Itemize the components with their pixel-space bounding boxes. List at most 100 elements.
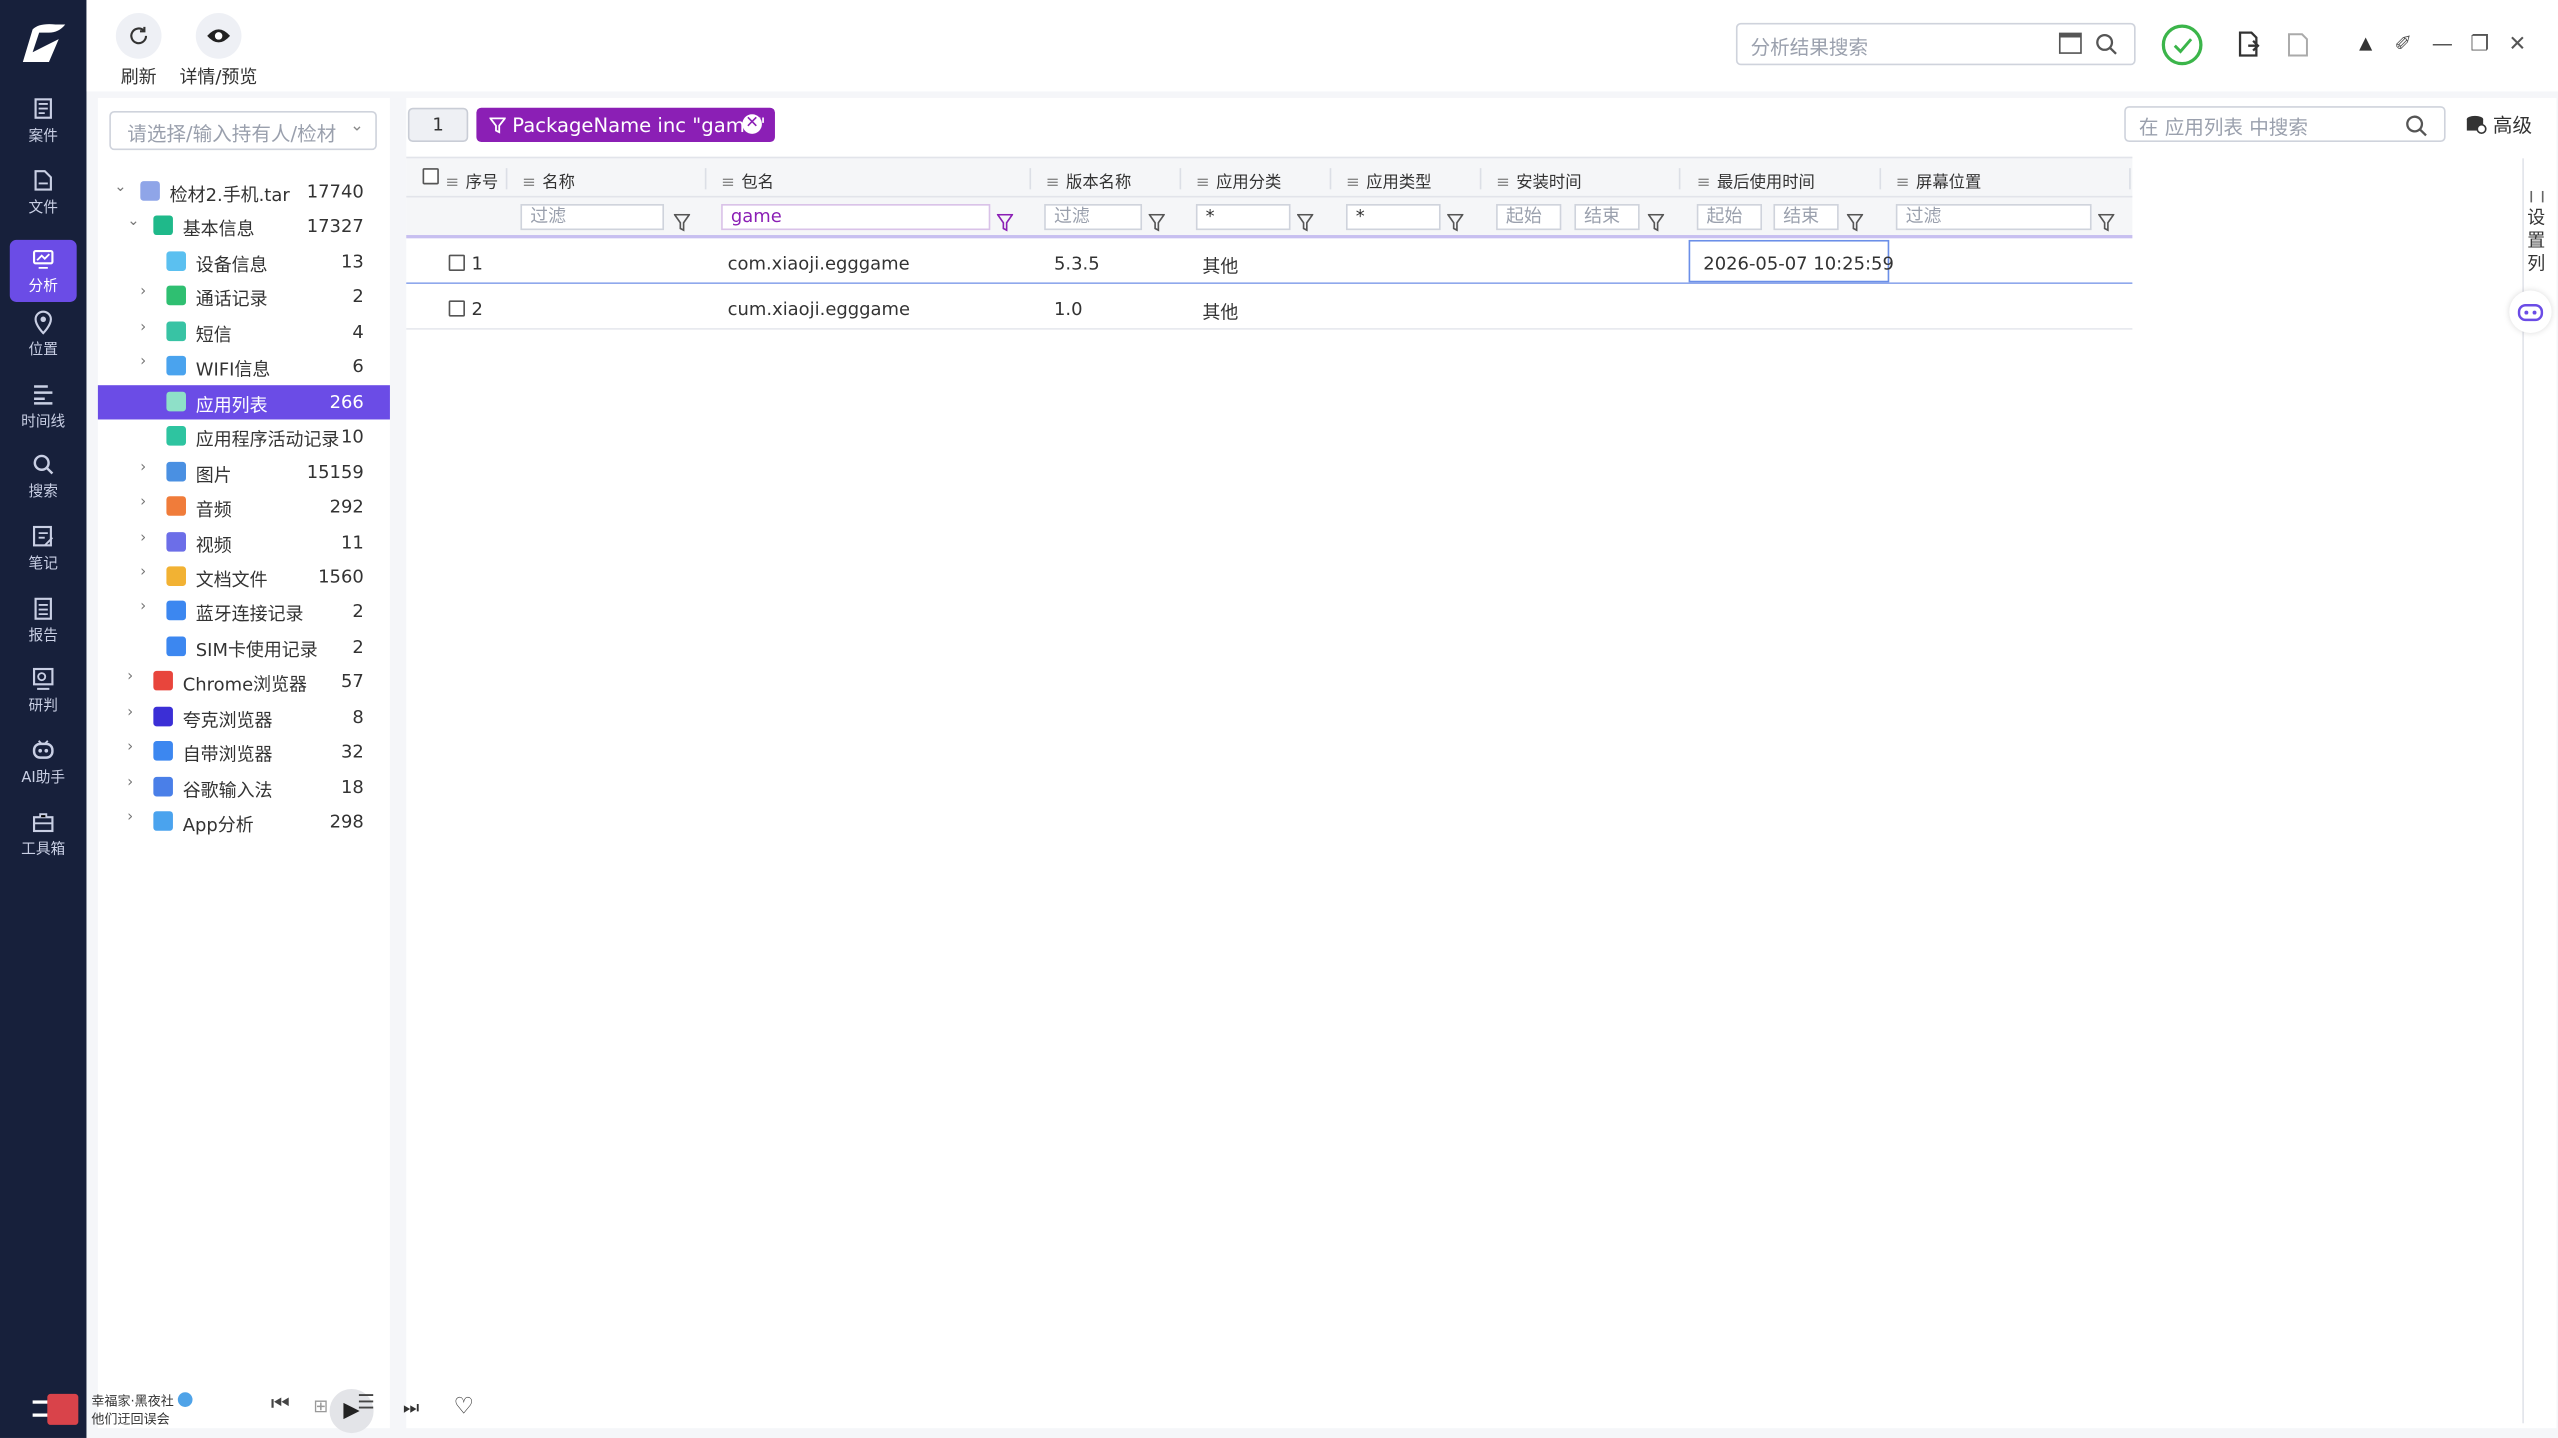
previous-track-icon[interactable]: ⏮ xyxy=(271,1392,290,1416)
cell-package[interactable]: com.xiaoji.egggame xyxy=(728,253,910,274)
tree-item[interactable]: 应用列表 266 xyxy=(97,384,390,419)
export-icon[interactable] xyxy=(2234,29,2263,58)
filter-input-type[interactable]: * xyxy=(1345,204,1441,231)
nav-item-2[interactable]: 分析 xyxy=(9,239,77,302)
select-all-checkbox[interactable] xyxy=(422,168,439,185)
column-divider[interactable] xyxy=(1179,168,1182,190)
column-divider[interactable] xyxy=(1029,168,1032,190)
tree-item[interactable]: › Chrome浏览器 57 xyxy=(98,665,390,699)
grid-view-icon[interactable]: ⊞ xyxy=(313,1396,328,1417)
advanced-search-button[interactable]: 高级 xyxy=(2465,111,2532,139)
tree-item[interactable]: › 蓝牙连接记录 2 xyxy=(98,595,390,629)
chevron-right-icon[interactable]: › xyxy=(140,530,146,546)
filter-input-last-end[interactable]: 结束 xyxy=(1773,204,1839,231)
drag-handle-icon[interactable]: ≡ xyxy=(445,175,459,193)
tree-item[interactable]: › App分析 298 xyxy=(98,805,390,839)
filter-funnel-icon[interactable] xyxy=(1647,207,1665,232)
column-divider[interactable] xyxy=(1879,168,1882,190)
chevron-down-icon[interactable]: ⌄ xyxy=(127,215,139,231)
tree-item[interactable]: 设备信息 13 xyxy=(98,245,390,279)
drag-handle-icon[interactable]: ≡ xyxy=(1496,175,1510,193)
close-icon[interactable]: ✕ xyxy=(2503,29,2532,58)
filter-funnel-icon[interactable] xyxy=(2097,207,2116,232)
column-divider[interactable] xyxy=(1329,168,1332,190)
calendar-icon[interactable] xyxy=(2058,32,2082,54)
playlist-icon[interactable]: ☰ xyxy=(357,1391,375,1414)
chevron-right-icon[interactable]: › xyxy=(140,600,146,616)
filter-input-last-start[interactable]: 起始 xyxy=(1696,204,1763,231)
nav-item-8[interactable]: 研判 xyxy=(10,659,77,721)
filter-funnel-icon[interactable] xyxy=(1147,207,1166,232)
nav-item-3[interactable]: 位置 xyxy=(10,304,77,366)
filter-input-name[interactable]: 过滤 xyxy=(520,204,665,231)
chevron-right-icon[interactable]: › xyxy=(140,355,146,371)
search-icon[interactable] xyxy=(2405,114,2428,137)
restore-icon[interactable]: ❐ xyxy=(2465,29,2494,58)
document-icon[interactable] xyxy=(2282,29,2311,58)
tree-item[interactable]: › 短信 4 xyxy=(98,315,390,349)
pin-icon[interactable]: ✐ xyxy=(2389,29,2418,58)
nav-item-10[interactable]: 工具箱 xyxy=(10,803,77,865)
tree-item[interactable]: › 音频 292 xyxy=(98,490,390,524)
minimize-icon[interactable]: — xyxy=(2428,29,2457,58)
nav-item-1[interactable]: 文件 xyxy=(10,162,77,224)
nav-item-9[interactable]: AI助手 xyxy=(10,731,77,793)
column-header[interactable]: ≡ 包名 xyxy=(721,168,774,193)
chevron-right-icon[interactable]: › xyxy=(127,670,133,686)
tree-item[interactable]: 应用程序活动记录 10 xyxy=(98,420,390,454)
table-row[interactable]: 2 cum.xiaoji.egggame 1.0 其他 xyxy=(406,285,2133,329)
tree-item[interactable]: › 夸克浏览器 8 xyxy=(98,700,390,734)
chevron-right-icon[interactable]: › xyxy=(127,740,133,756)
drag-handle-icon[interactable]: ≡ xyxy=(522,175,536,193)
panel-toggle-button[interactable]: 1 xyxy=(407,107,469,143)
cell-package[interactable]: cum.xiaoji.egggame xyxy=(728,298,910,319)
tree-item[interactable]: › 谷歌输入法 18 xyxy=(98,770,390,804)
row-checkbox[interactable] xyxy=(448,254,465,271)
filter-input-screen[interactable]: 过滤 xyxy=(1895,204,2092,231)
drag-handle-icon[interactable]: ≡ xyxy=(1896,175,1910,193)
drag-handle-icon[interactable]: ≡ xyxy=(1346,175,1360,193)
evidence-select[interactable]: 请选择/输入持有人/检材 ⌄ xyxy=(109,110,377,151)
filter-input-package[interactable]: game xyxy=(721,204,991,231)
chevron-right-icon[interactable]: › xyxy=(127,775,133,791)
cell-last-used[interactable]: 2026-05-07 10:25:59 xyxy=(1703,253,1894,274)
column-divider[interactable] xyxy=(1678,168,1681,190)
column-header[interactable]: ≡ 最后使用时间 xyxy=(1697,168,1815,193)
table-row[interactable]: 1 com.xiaoji.egggame 5.3.5 其他 2026-05-07 10:… xyxy=(406,239,2133,285)
column-header[interactable]: ≡ 名称 xyxy=(522,168,575,193)
chevron-right-icon[interactable]: › xyxy=(140,495,146,511)
next-track-icon[interactable]: ⏭ xyxy=(403,1397,419,1420)
tree-item[interactable]: SIM卡使用记录 2 xyxy=(98,630,390,664)
heart-icon[interactable]: ♡ xyxy=(454,1394,474,1420)
cell-version[interactable]: 5.3.5 xyxy=(1054,253,1100,274)
tree-item[interactable]: › 自带浏览器 32 xyxy=(98,735,390,769)
column-header[interactable]: ≡ 应用类型 xyxy=(1346,168,1431,193)
chevron-right-icon[interactable]: › xyxy=(140,285,146,301)
nav-item-7[interactable]: 报告 xyxy=(10,589,77,651)
drag-handle-icon[interactable]: ≡ xyxy=(721,175,735,193)
filter-funnel-icon[interactable] xyxy=(996,207,1014,232)
filter-input-category[interactable]: * xyxy=(1195,204,1291,231)
column-header[interactable]: ≡ 安装时间 xyxy=(1496,168,1581,193)
chevron-right-icon[interactable]: › xyxy=(127,810,133,826)
filter-input-version[interactable]: 过滤 xyxy=(1044,204,1143,231)
chevron-right-icon[interactable]: › xyxy=(140,320,146,336)
column-header[interactable]: ≡ 序号 xyxy=(445,168,498,193)
column-divider[interactable] xyxy=(1479,168,1482,190)
nav-item-5[interactable]: 搜索 xyxy=(10,446,77,508)
status-check-icon[interactable] xyxy=(2161,24,2203,66)
filter-input-install-end[interactable]: 结束 xyxy=(1574,204,1640,231)
chevron-right-icon[interactable]: › xyxy=(140,460,146,476)
nav-item-4[interactable]: 时间线 xyxy=(10,375,77,437)
filter-chip[interactable]: PackageName inc "game" ✕ xyxy=(476,107,775,143)
tree-item[interactable]: › 视频 11 xyxy=(98,525,390,559)
tree-item[interactable]: › 通话记录 2 xyxy=(98,280,390,314)
preview-button[interactable]: 详情/预览 xyxy=(179,13,257,90)
row-checkbox[interactable] xyxy=(448,299,465,316)
column-divider[interactable] xyxy=(704,168,707,190)
tree-item[interactable]: › 文档文件 1560 xyxy=(98,560,390,594)
tree-item[interactable]: › WIFI信息 6 xyxy=(98,350,390,384)
chevron-right-icon[interactable]: › xyxy=(140,565,146,581)
filter-funnel-icon[interactable] xyxy=(1296,207,1315,232)
global-search-input[interactable]: 分析结果搜索 xyxy=(1735,22,2136,66)
